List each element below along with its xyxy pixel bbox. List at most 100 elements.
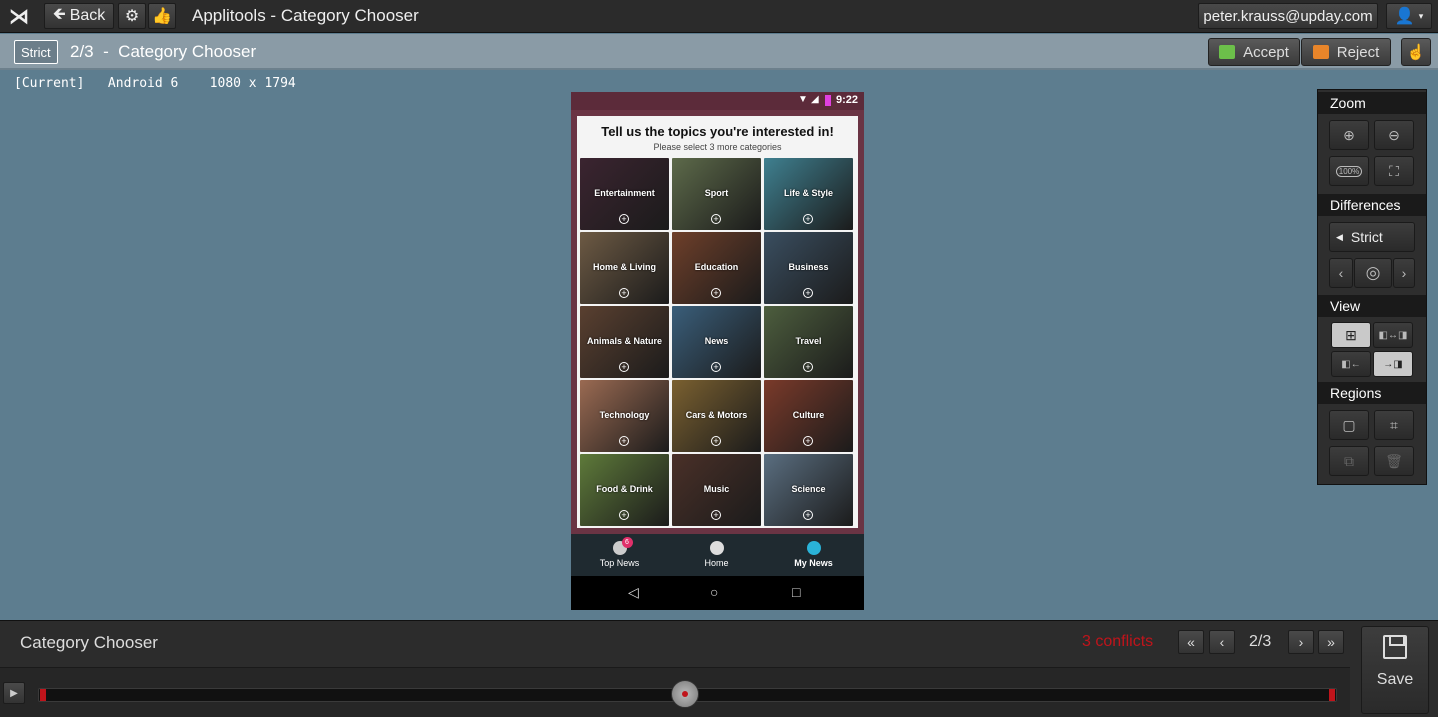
add-circle-icon: + xyxy=(711,436,721,446)
view-baseline-button[interactable]: ◧← xyxy=(1331,351,1371,377)
toggle-differences-button[interactable]: ◎ xyxy=(1354,258,1392,288)
globe-icon: 6 xyxy=(612,537,633,555)
double-chevron-left-icon: « xyxy=(1187,634,1195,650)
thumbs-up-button[interactable]: 👍 xyxy=(148,3,176,29)
zoom-100-button[interactable]: 100% xyxy=(1329,156,1369,186)
add-circle-icon: + xyxy=(619,510,629,520)
category-tile-label: Cars & Motors xyxy=(685,410,748,420)
save-button[interactable]: Save xyxy=(1361,626,1429,714)
category-tile[interactable]: Sport + xyxy=(672,158,761,230)
app-title: Applitools - Category Chooser xyxy=(192,6,419,25)
copy-region-button[interactable]: ⧉ xyxy=(1329,446,1369,476)
view-checkpoint-button[interactable]: →◨ xyxy=(1373,351,1413,377)
category-tile[interactable]: Science + xyxy=(764,454,853,526)
back-triangle-icon[interactable]: ◁ xyxy=(628,584,639,601)
reject-label: Reject xyxy=(1336,43,1380,61)
top-toolbar: ⋊ 🡸 Back ⚙ 👍 Applitools - Category Choos… xyxy=(0,0,1438,33)
signal-icon: ◢ xyxy=(811,94,819,105)
category-tile[interactable]: Music + xyxy=(672,454,761,526)
nav-my-news[interactable]: My News xyxy=(765,534,862,576)
category-tile-label: Home & Living xyxy=(592,262,656,272)
pointer-tool-button[interactable]: ☝ xyxy=(1401,38,1431,66)
copy-icon: ⧉ xyxy=(1344,452,1354,469)
prev-conflict-button[interactable]: « xyxy=(1178,630,1204,654)
add-circle-icon: + xyxy=(619,288,629,298)
add-circle-icon: + xyxy=(803,362,813,372)
zoom-out-button[interactable]: ⊖ xyxy=(1374,120,1414,150)
category-tile-label: Science xyxy=(791,484,826,494)
match-level-select[interactable]: ◀ Strict xyxy=(1329,222,1415,252)
caret-left-icon: ◀ xyxy=(1336,231,1343,242)
floating-region-icon: ⌗ xyxy=(1390,416,1398,433)
wifi-icon: ▼ xyxy=(798,94,808,105)
double-chevron-right-icon: » xyxy=(1327,634,1335,650)
zoom-in-button[interactable]: ⊕ xyxy=(1329,120,1369,150)
add-circle-icon: + xyxy=(619,362,629,372)
category-tile-label: Technology xyxy=(599,410,650,420)
user-menu-button[interactable]: 👤 ▾ xyxy=(1386,3,1432,29)
applitools-logo-icon[interactable]: ⋊ xyxy=(5,3,33,29)
category-tile[interactable]: Technology + xyxy=(580,380,669,452)
accept-button[interactable]: Accept xyxy=(1208,38,1300,66)
category-tile[interactable]: Business + xyxy=(764,232,853,304)
category-tile[interactable]: News + xyxy=(672,306,761,378)
category-tile[interactable]: Food & Drink + xyxy=(580,454,669,526)
step-header: Strict 2/3 - Category Chooser Accept Rej… xyxy=(0,34,1438,70)
prev-difference-button[interactable]: ‹ xyxy=(1329,258,1353,288)
next-conflict-button[interactable]: » xyxy=(1318,630,1344,654)
add-circle-icon: + xyxy=(711,288,721,298)
step-navigation-bar: Category Chooser 3 conflicts « ‹ 2/3 › »… xyxy=(0,620,1438,717)
user-email-button[interactable]: peter.krauss@upday.com xyxy=(1198,3,1378,29)
zoom-in-icon: ⊕ xyxy=(1343,126,1355,143)
side-by-side-icon: ◧↔◨ xyxy=(1378,329,1408,341)
category-tile-label: Animals & Nature xyxy=(586,336,663,346)
category-tile[interactable]: Home & Living + xyxy=(580,232,669,304)
delete-region-button[interactable]: 🗑 xyxy=(1374,446,1414,476)
view-single-button[interactable]: ⊞ xyxy=(1331,322,1371,348)
category-tile[interactable]: Education + xyxy=(672,232,761,304)
fit-to-screen-button[interactable]: ⛶ xyxy=(1374,156,1414,186)
regions-heading: Regions xyxy=(1318,382,1426,404)
save-disk-icon xyxy=(1383,635,1407,659)
category-tile[interactable]: Travel + xyxy=(764,306,853,378)
grid-view-icon: ⊞ xyxy=(1345,326,1357,343)
category-tile[interactable]: Animals & Nature + xyxy=(580,306,669,378)
view-heading: View xyxy=(1318,295,1426,317)
reject-button[interactable]: Reject xyxy=(1301,38,1391,66)
floating-region-button[interactable]: ⌗ xyxy=(1374,410,1414,440)
next-step-button[interactable]: › xyxy=(1288,630,1314,654)
phone-screenshot[interactable]: ▼ ◢ 9:22 Tell us the topics you're inter… xyxy=(571,92,864,610)
add-circle-icon: + xyxy=(711,510,721,520)
timeline-start-marker xyxy=(40,689,46,701)
nav-label: Top News xyxy=(599,558,640,568)
category-tile[interactable]: Culture + xyxy=(764,380,853,452)
recents-square-icon[interactable]: □ xyxy=(792,584,800,600)
timeline-scrubber[interactable] xyxy=(671,680,699,708)
category-tile[interactable]: Entertainment + xyxy=(580,158,669,230)
thumbs-up-icon xyxy=(1219,45,1236,59)
nav-top-news[interactable]: 6 Top News xyxy=(571,534,668,576)
category-tile[interactable]: Life & Style + xyxy=(764,158,853,230)
chevron-left-icon: ‹ xyxy=(1338,265,1344,281)
tool-panel: Zoom ⊕ ⊖ 100% ⛶ Differences ◀ Strict ‹ ◎… xyxy=(1317,89,1427,485)
prev-step-button[interactable]: ‹ xyxy=(1209,630,1235,654)
timeline: ▶ xyxy=(0,667,1350,717)
nav-home[interactable]: Home xyxy=(668,534,765,576)
ignore-region-button[interactable]: ▢ xyxy=(1329,410,1369,440)
view-side-by-side-button[interactable]: ◧↔◨ xyxy=(1373,322,1413,348)
home-circle-icon[interactable]: ○ xyxy=(710,584,718,600)
back-button[interactable]: 🡸 Back xyxy=(44,3,114,29)
baseline-view-icon: ◧← xyxy=(1341,358,1361,370)
settings-gear-button[interactable]: ⚙ xyxy=(118,3,146,29)
play-icon: ▶ xyxy=(10,687,18,699)
play-button[interactable]: ▶ xyxy=(3,682,25,704)
next-difference-button[interactable]: › xyxy=(1393,258,1415,288)
add-circle-icon: + xyxy=(803,214,813,224)
back-arrow-icon: 🡸 xyxy=(52,5,66,23)
category-chooser-screen: Tell us the topics you're interested in!… xyxy=(571,110,864,534)
thumbs-up-icon: 👍 xyxy=(152,8,172,25)
chevron-right-icon: › xyxy=(1298,634,1304,650)
profile-icon xyxy=(806,541,821,555)
category-tile[interactable]: Cars & Motors + xyxy=(672,380,761,452)
hand-pointer-icon: ☝ xyxy=(1406,44,1426,61)
